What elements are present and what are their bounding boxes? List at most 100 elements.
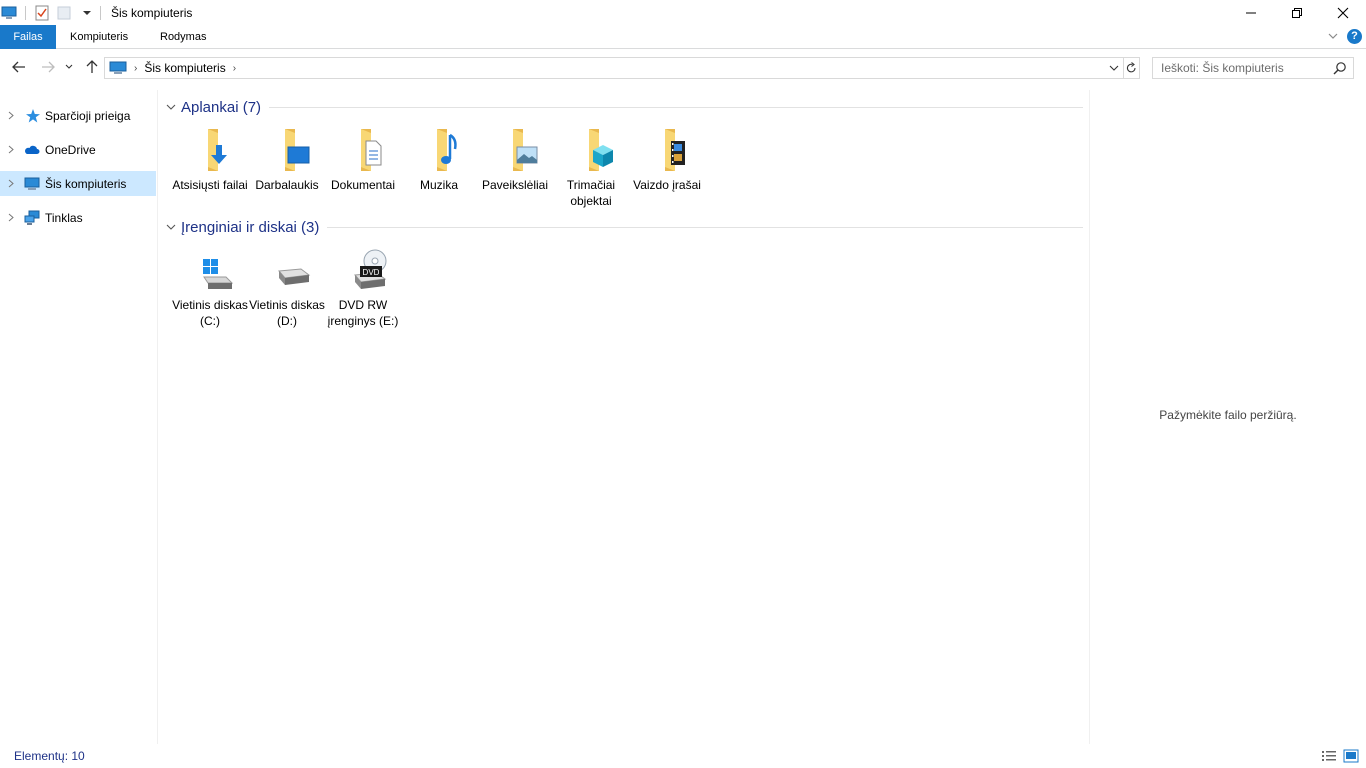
chevron-right-icon[interactable] <box>6 213 16 222</box>
nav-item-label: Tinklas <box>45 210 83 225</box>
nav-item-label: Šis kompiuteris <box>45 176 127 191</box>
chevron-down-icon[interactable] <box>165 221 177 233</box>
chevron-down-icon[interactable] <box>165 101 177 113</box>
pictures-folder-icon <box>513 129 538 171</box>
nav-item-this-pc[interactable]: Šis kompiuteris <box>0 171 156 196</box>
drive-tile-d[interactable]: Vietinis diskas (D:) <box>249 247 325 329</box>
help-icon[interactable]: ? <box>1347 29 1362 44</box>
new-folder-icon[interactable] <box>56 5 72 21</box>
minimize-icon <box>1246 12 1256 13</box>
tile-label: DVD RW įrenginys (E:) <box>327 298 399 328</box>
ribbon: Failas Kompiuteris Rodymas ? <box>0 25 1366 49</box>
chevron-down-icon <box>65 64 73 69</box>
breadcrumb-separator[interactable]: › <box>134 63 137 74</box>
tile-label: Vaizdo įrašai <box>633 178 701 192</box>
tile-label: Paveikslėliai <box>481 178 549 192</box>
window-title: Šis kompiuteris <box>111 5 193 20</box>
recent-locations-button[interactable] <box>62 55 76 79</box>
downloads-folder-icon <box>208 129 227 171</box>
computer-icon <box>109 61 127 74</box>
breadcrumb-separator[interactable]: › <box>233 63 236 74</box>
navigation-bar: › Šis kompiuteris › Ieškoti: Šis kompiut… <box>0 55 1366 81</box>
arrow-right-icon <box>42 61 55 73</box>
group-header-devices[interactable]: Įrenginiai ir diskai (3) <box>165 217 1083 237</box>
computer-icon <box>24 177 40 190</box>
folder-tile-pictures[interactable]: Paveikslėliai <box>477 127 553 193</box>
chevron-down-icon[interactable] <box>1109 62 1119 74</box>
group-title: Aplankai (7) <box>181 98 262 116</box>
tab-computer[interactable]: Kompiuteris <box>56 25 142 49</box>
group-header-folders[interactable]: Aplankai (7) <box>165 97 1083 117</box>
group-divider <box>269 106 1083 108</box>
details-view-icon[interactable] <box>1321 749 1337 763</box>
tile-label: Muzika <box>419 178 458 192</box>
refresh-button[interactable] <box>1124 57 1140 79</box>
videos-folder-icon <box>665 129 685 171</box>
address-bar[interactable]: › Šis kompiuteris › <box>104 57 1124 79</box>
computer-icon[interactable] <box>1 5 17 21</box>
forward-button[interactable] <box>38 55 58 79</box>
tile-label: Trimačiai objektai <box>566 178 616 208</box>
title-bar: Šis kompiuteris <box>0 0 1366 25</box>
group-title: Įrenginiai ir diskai (3) <box>181 218 320 236</box>
close-icon <box>1337 7 1349 18</box>
search-icon[interactable] <box>1333 61 1347 75</box>
tile-label: Darbalaukis <box>255 178 319 192</box>
3d-objects-folder-icon <box>589 129 613 171</box>
folder-tile-documents[interactable]: Dokumentai <box>325 127 401 193</box>
expand-ribbon-icon[interactable] <box>1326 29 1340 43</box>
folder-tile-desktop[interactable]: Darbalaukis <box>249 127 325 193</box>
folder-tile-3d-objects[interactable]: Trimačiai objektai <box>553 127 629 209</box>
preview-pane-message: Pažymėkite failo peržiūrą. <box>1159 408 1297 422</box>
restore-icon <box>1292 7 1302 18</box>
cloud-icon <box>25 145 40 154</box>
dvd-drive-icon: DVD <box>353 249 387 289</box>
chevron-down-icon <box>83 10 91 15</box>
search-box[interactable]: Ieškoti: Šis kompiuteris <box>1152 57 1354 79</box>
documents-folder-icon <box>361 129 382 171</box>
windows-drive-icon <box>203 259 234 289</box>
search-input[interactable]: Ieškoti: Šis kompiuteris <box>1161 61 1333 75</box>
tab-view[interactable]: Rodymas <box>146 25 220 49</box>
quick-access-toolbar <box>0 0 109 25</box>
nav-item-onedrive[interactable]: OneDrive <box>0 137 156 162</box>
nav-item-label: OneDrive <box>45 142 96 157</box>
item-count: Elementų: 10 <box>14 749 85 763</box>
hard-drive-icon <box>277 268 311 285</box>
status-bar: Elementų: 10 <box>0 744 1366 768</box>
properties-icon[interactable] <box>34 5 50 21</box>
tile-label: Vietinis diskas (C:) <box>172 298 248 328</box>
window-controls <box>1228 0 1366 25</box>
refresh-icon <box>1126 62 1136 73</box>
folder-tile-music[interactable]: Muzika <box>401 127 477 193</box>
nav-item-network[interactable]: Tinklas <box>0 205 156 230</box>
navigation-pane: Sparčioji prieiga OneDrive Šis kompiuter… <box>0 90 158 744</box>
group-divider <box>327 226 1083 228</box>
toolbar-divider <box>25 5 26 20</box>
tile-label: Atsisiųsti failai <box>172 178 248 192</box>
arrow-up-icon <box>86 60 98 73</box>
tab-file[interactable]: Failas <box>0 25 56 49</box>
nav-item-quick-access[interactable]: Sparčioji prieiga <box>0 103 156 128</box>
breadcrumb-this-pc[interactable]: Šis kompiuteris <box>144 61 225 75</box>
back-button[interactable] <box>9 55 29 79</box>
nav-item-label: Sparčioji prieiga <box>45 108 131 123</box>
large-icons-view-icon[interactable] <box>1343 749 1359 763</box>
music-folder-icon <box>437 129 457 171</box>
arrow-left-icon <box>12 61 25 73</box>
chevron-right-icon[interactable] <box>6 179 16 188</box>
tile-label: Dokumentai <box>330 178 396 192</box>
minimize-button[interactable] <box>1228 0 1274 25</box>
folder-tile-downloads[interactable]: Atsisiųsti failai <box>172 127 248 193</box>
chevron-right-icon[interactable] <box>6 145 16 154</box>
up-button[interactable] <box>82 55 102 79</box>
drive-tile-c[interactable]: Vietinis diskas (C:) <box>172 247 248 329</box>
drive-tile-e[interactable]: DVD DVD RW įrenginys (E:) <box>325 247 401 329</box>
close-button[interactable] <box>1320 0 1366 25</box>
svg-text:DVD: DVD <box>363 268 380 277</box>
customize-toolbar-dropdown[interactable] <box>82 5 92 21</box>
chevron-right-icon[interactable] <box>6 111 16 120</box>
restore-button[interactable] <box>1274 0 1320 25</box>
toolbar-divider <box>100 5 101 20</box>
folder-tile-videos[interactable]: Vaizdo įrašai <box>629 127 705 193</box>
